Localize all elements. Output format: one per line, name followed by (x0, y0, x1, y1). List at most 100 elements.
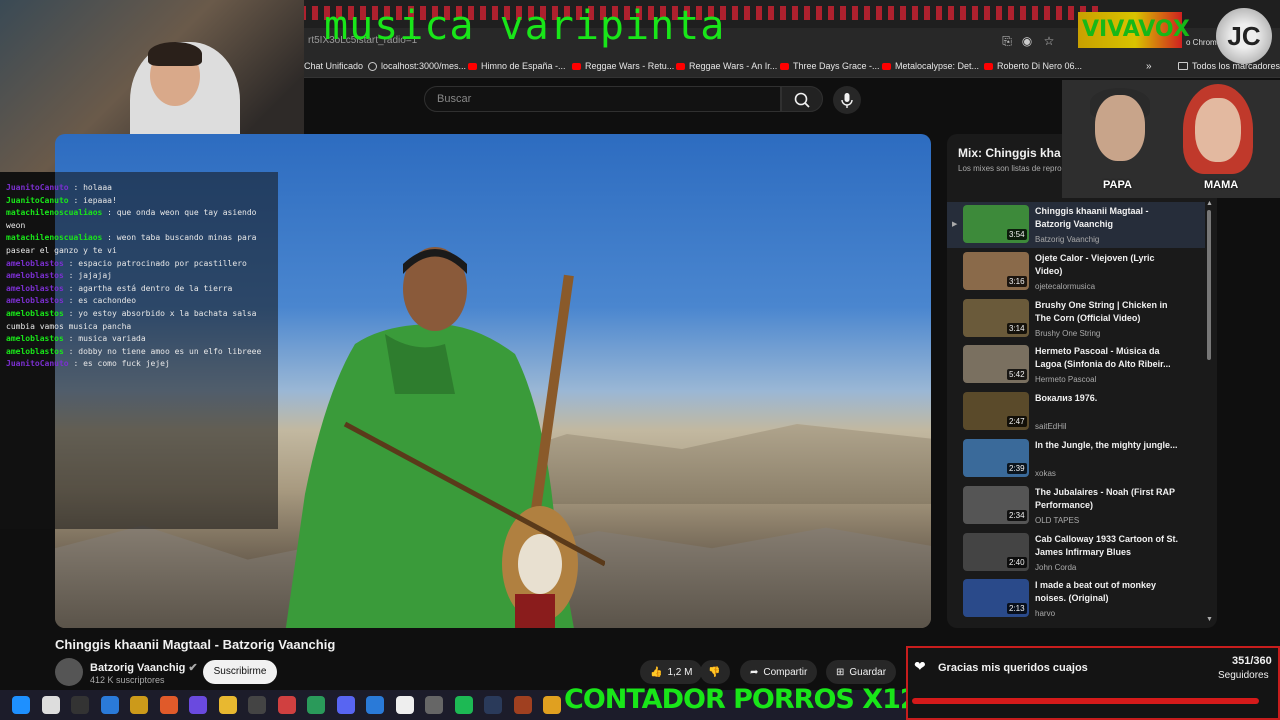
game-icon[interactable] (513, 696, 532, 714)
like-button[interactable]: 👍 1,2 M (640, 660, 703, 684)
playlist-item[interactable]: 3:14 Brushy One String | Chicken in The C… (947, 296, 1205, 342)
playlist-item-channel[interactable]: ojetecalormusica (1035, 282, 1095, 291)
chat-text: musica variada (78, 334, 146, 344)
playlist-item-title[interactable]: In the Jungle, the mighty jungle... (1035, 439, 1180, 452)
playlist-item-channel[interactable]: John Corda (1035, 563, 1076, 572)
app-icon[interactable] (159, 696, 178, 714)
chat-username[interactable]: JuanitoCanuto (6, 359, 69, 368)
discord-icon[interactable] (336, 696, 355, 714)
install-icon[interactable]: ⎘ (1000, 34, 1014, 48)
chat-username[interactable]: JuanitoCanuto (6, 183, 69, 192)
windows-icon[interactable] (12, 696, 30, 714)
chat-username[interactable]: matachilenoscualiaos (6, 208, 102, 217)
shield-icon[interactable] (307, 696, 325, 714)
chat-username[interactable]: ameloblastos (6, 347, 64, 356)
playlist-item-channel[interactable]: harvo (1035, 609, 1055, 618)
dislike-button[interactable]: 👎 (700, 660, 730, 684)
playlist-item-title[interactable]: The Jubalaires - Noah (First RAP Perform… (1035, 486, 1180, 512)
box-icon[interactable] (425, 696, 443, 714)
chat-username[interactable]: ameloblastos (6, 309, 64, 318)
youtube-icon (572, 62, 581, 70)
folder-icon[interactable] (218, 696, 237, 714)
playlist-item[interactable]: 2:47 Вокализ 1976. saitEdHil (947, 389, 1205, 435)
vscode-blue-icon[interactable] (366, 696, 384, 714)
bookmark-item[interactable]: Metalocalypse: Det... (882, 61, 979, 71)
chat-message: ameloblastos : jajajaj (6, 270, 272, 283)
playlist-item[interactable]: 2:34 The Jubalaires - Noah (First RAP Per… (947, 483, 1205, 529)
bookmark-item[interactable]: Roberto Di Nero 06... (984, 61, 1082, 71)
chat-message: ameloblastos : yo estoy absorbido x la b… (6, 308, 272, 333)
chrome-icon[interactable] (277, 696, 296, 714)
playlist-item-channel[interactable]: Hermeto Pascoal (1035, 375, 1096, 384)
chat-username[interactable]: ameloblastos (6, 284, 64, 293)
playlist-item-channel[interactable]: xokas (1035, 469, 1056, 478)
playlist-item-title[interactable]: Brushy One String | Chicken in The Corn … (1035, 299, 1180, 325)
bookmark-item[interactable]: Reggae Wars - An Ir... (676, 61, 777, 71)
bookmark-item[interactable]: Three Days Grace -... (780, 61, 880, 71)
chat-username[interactable]: ameloblastos (6, 259, 64, 268)
playlist-item[interactable]: 2:39 In the Jungle, the mighty jungle... x… (947, 436, 1205, 482)
v-icon[interactable] (189, 696, 207, 714)
chat-username[interactable]: ameloblastos (6, 296, 64, 305)
voice-search-button[interactable] (833, 86, 861, 114)
playlist-item-title[interactable]: Hermeto Pascoal - Música da Lagoa (Sinfo… (1035, 345, 1180, 371)
chat-username[interactable]: ameloblastos (6, 271, 64, 280)
playlist-scrollbar[interactable] (1207, 210, 1211, 360)
globe-icon (368, 61, 377, 71)
obs-icon[interactable] (248, 696, 266, 714)
playlist-item[interactable]: 5:42 Hermeto Pascoal - Música da Lagoa (S… (947, 342, 1205, 388)
playlist-item-channel[interactable]: OLD TAPES (1035, 516, 1079, 525)
steam-icon[interactable] (484, 696, 502, 714)
chat-message: JuanitoCanuto : iepaaa! (6, 195, 272, 208)
chat-username[interactable]: ameloblastos (6, 334, 64, 343)
chat-username[interactable]: matachilenoscualiaos (6, 233, 102, 242)
playlist-item-channel[interactable]: saitEdHil (1035, 422, 1067, 431)
vscode-icon[interactable] (100, 696, 119, 714)
follower-message: Gracias mis queridos cuajos (938, 662, 1088, 674)
bookmark-item[interactable]: Chat Unificado (304, 61, 363, 71)
subscribe-button[interactable]: Suscribirme (203, 660, 277, 684)
playlist-item-channel[interactable]: Batzorig Vaanchig (1035, 235, 1099, 244)
verified-icon: ✔ (188, 662, 198, 674)
bookmarks-overflow-icon[interactable]: » (1146, 61, 1152, 72)
playlist-item[interactable]: 3:16 Ojete Calor - Viejoven (Lyric Video)… (947, 249, 1205, 295)
thumbs-up-icon: 👍 (650, 666, 663, 678)
scroll-up-icon[interactable]: ▲ (1206, 200, 1213, 207)
search-button[interactable] (781, 86, 823, 112)
search-input[interactable]: Buscar (424, 86, 781, 112)
playlist-item[interactable]: 2:40 Cab Calloway 1933 Cartoon of St. Jam… (947, 530, 1205, 576)
playlist-item-title[interactable]: I made a beat out of monkey noises. (Ori… (1035, 579, 1180, 605)
playlist-item-title[interactable]: Вокализ 1976. (1035, 392, 1180, 405)
bookmark-item[interactable]: Himno de España -... (468, 61, 566, 71)
save-button[interactable]: ⊞ Guardar (826, 660, 897, 684)
playlist-item-title[interactable]: Chinggis khaanii Magtaal - Batzorig Vaan… (1035, 205, 1180, 231)
spotify-icon[interactable] (454, 696, 473, 714)
cursor-icon[interactable] (71, 696, 89, 714)
streamer-hair (148, 42, 202, 66)
video-duration: 5:42 (1007, 369, 1027, 381)
youtube-icon (984, 62, 993, 70)
eye-icon[interactable]: ◉ (1020, 34, 1034, 48)
playlist-item[interactable]: 2:13 I made a beat out of monkey noises. … (947, 576, 1205, 622)
search-icon[interactable] (41, 696, 60, 714)
playlist-item-title[interactable]: Cab Calloway 1933 Cartoon of St. James I… (1035, 533, 1180, 559)
bookmark-item[interactable]: Reggae Wars - Retu... (572, 61, 674, 71)
chat-text: es cachondeo (78, 296, 137, 306)
share-button[interactable]: ➦ Compartir (740, 660, 818, 684)
channel-name[interactable]: Batzorig Vaanchig ✔ (90, 661, 198, 674)
star-icon[interactable]: ☆ (1042, 34, 1056, 48)
capcut-icon[interactable] (395, 696, 414, 714)
chat-username[interactable]: JuanitoCanuto (6, 196, 69, 205)
files-icon[interactable] (130, 696, 148, 714)
video-duration: 2:47 (1007, 416, 1027, 428)
video-duration: 2:39 (1007, 463, 1027, 474)
playlist-item[interactable]: ▶ 3:54 Chinggis khaanii Magtaal - Batzorig… (947, 202, 1205, 248)
playlist-item-title[interactable]: Ojete Calor - Viejoven (Lyric Video) (1035, 252, 1180, 278)
all-bookmarks[interactable]: Todos los marcadores (1178, 61, 1280, 71)
playlist-item-channel[interactable]: Brushy One String (1035, 329, 1100, 338)
channel-avatar[interactable] (55, 658, 83, 686)
bookmark-item[interactable]: localhost:3000/mes... (368, 61, 466, 71)
chrome-active-icon[interactable] (543, 696, 561, 714)
scroll-down-icon[interactable]: ▼ (1206, 616, 1213, 623)
youtube-icon (882, 62, 891, 70)
